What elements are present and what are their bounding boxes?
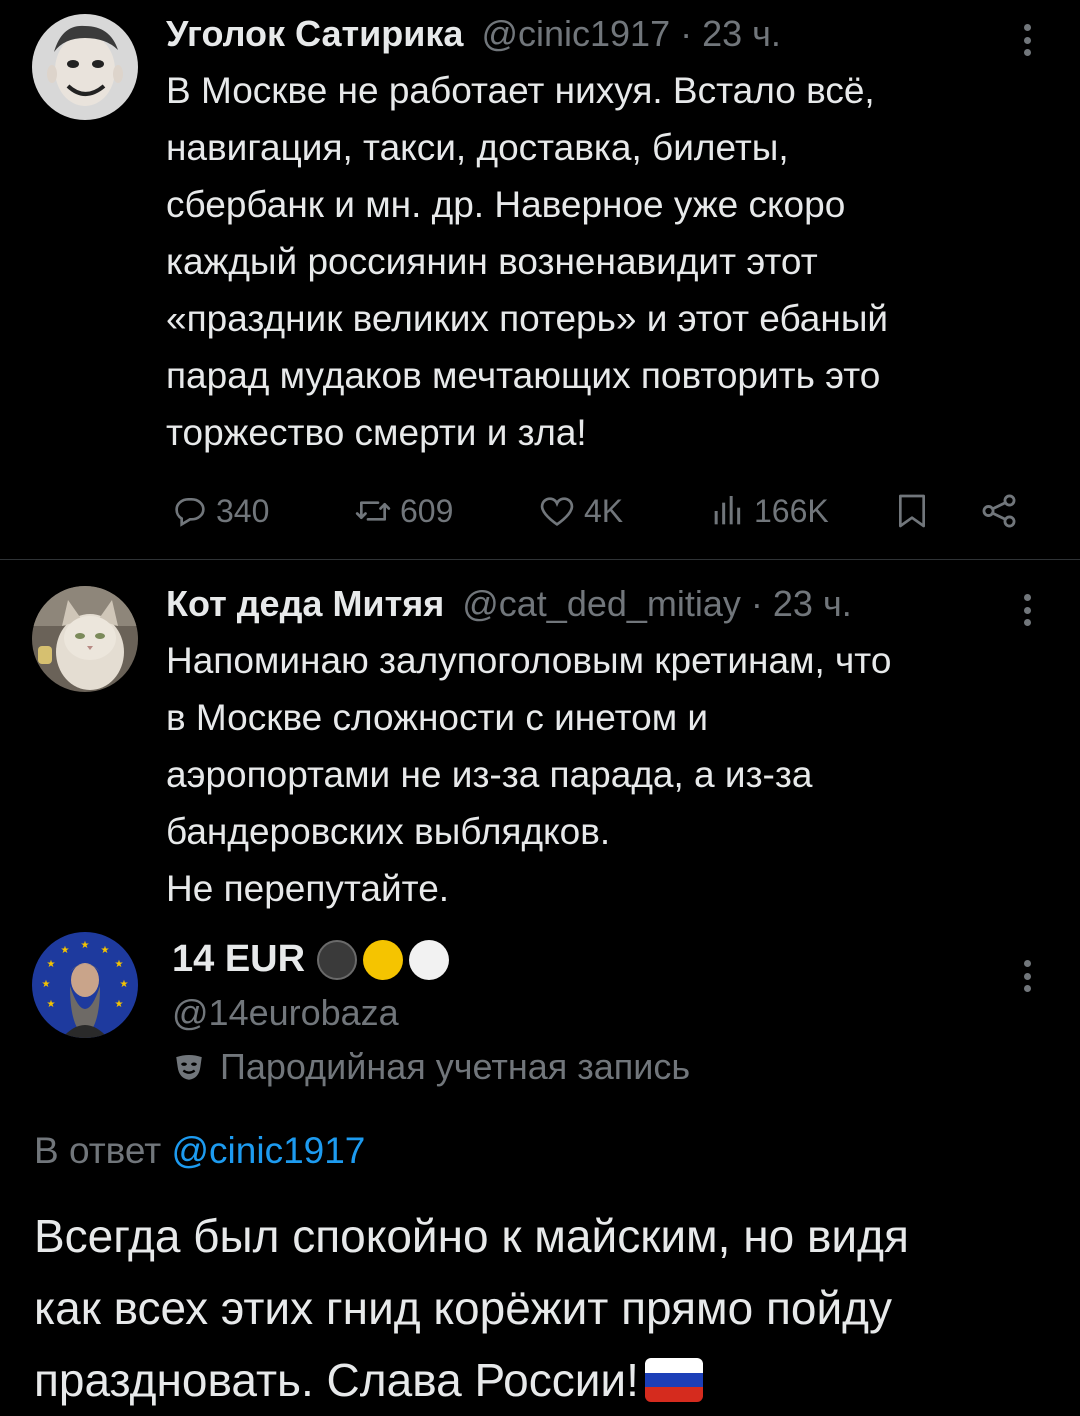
- views-count: 166K: [754, 492, 829, 529]
- tweet-line-with-flag: праздновать. Слава России!: [34, 1344, 1054, 1416]
- svg-text:★: ★: [115, 999, 124, 1010]
- views-icon: [714, 496, 741, 525]
- tweet-line: В Москве не работает нихуя. Встало всё,: [166, 70, 875, 111]
- tweet-text: В Москве не работает нихуя. Встало всё, …: [166, 62, 1046, 461]
- tweet-line: Всегда был спокойно к майским, но видя: [34, 1210, 909, 1262]
- author-name[interactable]: Уголок Сатирика: [166, 13, 463, 54]
- heart-icon: [540, 497, 574, 526]
- repost-button[interactable]: 609: [352, 486, 453, 536]
- tweet-line: торжество смерти и зла!: [166, 412, 587, 453]
- tweet-line: праздновать. Слава России!: [34, 1354, 639, 1406]
- share-button[interactable]: [978, 486, 1026, 536]
- tweet-line: в Москве сложности с инетом и: [166, 697, 709, 738]
- tweet-line: парад мудаков мечтающих повторить это: [166, 355, 881, 396]
- author-handle-time[interactable]: @cinic1917 · 23 ч.: [481, 13, 780, 54]
- focus-author-name[interactable]: 14 EUR: [172, 938, 450, 981]
- author-handle-time[interactable]: @cat_ded_mitiay · 23 ч.: [462, 583, 851, 624]
- white-circle-icon: [409, 939, 450, 980]
- svg-text:★: ★: [61, 945, 70, 956]
- tweet-line: бандеровских выблядков.: [166, 811, 611, 852]
- reply-context: В ответ @cinic1917: [34, 1130, 365, 1172]
- repost-count: 609: [400, 492, 454, 529]
- svg-text:★: ★: [47, 959, 56, 970]
- repost-icon: [355, 501, 391, 521]
- reply-handle-link[interactable]: @cinic1917: [172, 1130, 366, 1171]
- tweet-line: «праздник великих потерь» и этот ебаный: [166, 298, 889, 339]
- svg-text:★: ★: [47, 999, 56, 1010]
- svg-text:★: ★: [81, 940, 90, 951]
- author-handle[interactable]: @14eurobaza: [172, 992, 399, 1034]
- tweet-line: как всех этих гнид корёжит прямо пойду: [34, 1282, 893, 1334]
- svg-text:★: ★: [101, 945, 110, 956]
- tweet-uголок[interactable]: Уголок Сатирика @cinic1917 · 23 ч. В Мос…: [0, 0, 1080, 560]
- share-icon: [982, 494, 1016, 528]
- tweet-kot[interactable]: Кот деда Митяя @cat_ded_mitiay · 23 ч. Н…: [0, 560, 1080, 920]
- tweet-line: сбербанк и мн. др. Наверное уже скоро: [166, 184, 846, 225]
- parody-text: Пародийная учетная запись: [220, 1046, 691, 1087]
- comment-icon: [175, 498, 205, 527]
- reply-count: 340: [216, 492, 270, 529]
- tweet-line: аэропортами не из-за парада, а из-за: [166, 754, 813, 795]
- more-vertical-icon[interactable]: [1014, 588, 1040, 632]
- like-button[interactable]: 4K: [536, 486, 623, 536]
- black-circle-icon: [317, 939, 358, 980]
- avatar-kot[interactable]: [32, 586, 138, 692]
- parody-label: Пародийная учетная запись: [172, 1046, 690, 1088]
- tweet-line: Напоминаю залупоголовым кретинам, что: [166, 640, 892, 681]
- svg-text:★: ★: [42, 979, 51, 990]
- bookmark-button[interactable]: [892, 486, 938, 536]
- like-count: 4K: [584, 492, 624, 529]
- svg-text:★: ★: [115, 959, 124, 970]
- russia-flag-icon: [644, 1358, 703, 1402]
- focus-tweet-text: Всегда был спокойно к майским, но видя к…: [34, 1200, 1054, 1416]
- tweet-line: навигация, такси, доставка, билеты,: [166, 127, 789, 168]
- more-vertical-icon[interactable]: [1014, 18, 1040, 62]
- bookmark-icon: [899, 494, 925, 528]
- more-vertical-icon[interactable]: [1014, 954, 1040, 998]
- author-name[interactable]: Кот деда Митяя: [166, 583, 444, 624]
- avatar-ugolok[interactable]: [32, 14, 138, 120]
- action-bar: 340 609 4K 166K: [166, 486, 1026, 536]
- author-name: 14 EUR: [172, 938, 306, 980]
- tweet-header: Уголок Сатирика @cinic1917 · 23 ч.: [166, 12, 781, 56]
- tweet-text: Напоминаю залупоголовым кретинам, что в …: [166, 632, 1046, 917]
- mask-icon: [176, 1054, 202, 1080]
- reply-prefix: В ответ: [34, 1130, 162, 1171]
- yellow-circle-icon: [363, 939, 404, 980]
- tweet-line: каждый россиянин возненавидит этот: [166, 241, 818, 282]
- reply-button[interactable]: 340: [170, 486, 269, 536]
- tweet-header: Кот деда Митяя @cat_ded_mitiay · 23 ч.: [166, 582, 852, 626]
- views-button[interactable]: 166K: [708, 486, 829, 536]
- avatar-14eur[interactable]: ★ ★ ★ ★ ★ ★ ★ ★ ★: [32, 932, 138, 1038]
- svg-text:★: ★: [120, 979, 129, 990]
- tweet-line: Не перепутайте.: [166, 868, 450, 909]
